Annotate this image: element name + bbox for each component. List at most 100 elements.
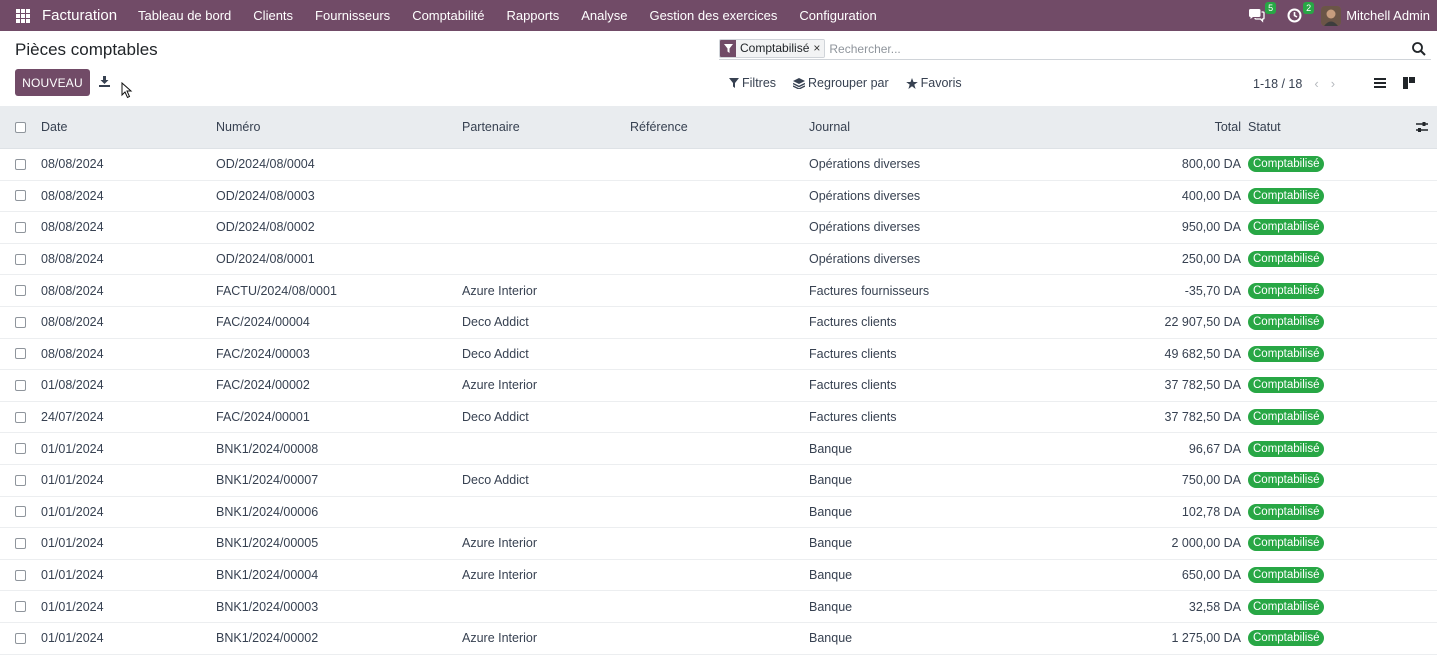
- cell-total: 96,67 DA: [1188, 441, 1241, 456]
- systray: 5 2 Mitchell Admin: [1245, 1, 1430, 26]
- download-icon[interactable]: [98, 75, 111, 88]
- apps-grid-icon[interactable]: [16, 8, 30, 23]
- table-row[interactable]: 01/01/2024 BNK1/2024/00005 Azure Interior B…: [0, 528, 1437, 560]
- cell-status: Comptabilisé: [1248, 472, 1325, 489]
- select-all-checkbox[interactable]: [15, 121, 26, 133]
- cell-total: 800,00 DA: [1181, 157, 1241, 172]
- table-row[interactable]: 01/01/2024 BNK1/2024/00006 Banque 102,78 DA…: [0, 497, 1437, 529]
- row-checkbox[interactable]: [15, 474, 26, 486]
- column-header-journal[interactable]: Journal: [809, 120, 850, 134]
- row-checkbox[interactable]: [15, 632, 26, 644]
- mouse-cursor-icon: [121, 82, 133, 99]
- menu-item-customers[interactable]: Clients: [242, 0, 304, 31]
- cell-journal: Banque: [809, 473, 853, 488]
- table-row[interactable]: 01/01/2024 BNK1/2024/00003 Banque 32,58 DA C…: [0, 591, 1437, 623]
- table-row[interactable]: 08/08/2024 FACTU/2024/08/0001 Azure Interi…: [0, 275, 1437, 307]
- status-badge: Comptabilisé: [1248, 598, 1325, 615]
- table-row[interactable]: 24/07/2024 FAC/2024/00001 Deco Addict Factu…: [0, 402, 1437, 434]
- table-row[interactable]: 01/01/2024 BNK1/2024/00008 Banque 96,67 DA C…: [0, 433, 1437, 465]
- menu-item-accounting[interactable]: Comptabilité: [401, 0, 495, 31]
- cell-journal: Banque: [809, 441, 853, 456]
- table-row[interactable]: 08/08/2024 OD/2024/08/0001 Opérations dive…: [0, 244, 1437, 276]
- cell-journal: Banque: [809, 631, 853, 646]
- avatar[interactable]: [1321, 5, 1342, 26]
- row-checkbox[interactable]: [15, 221, 26, 233]
- menu-item-analysis[interactable]: Analyse: [570, 0, 638, 31]
- menu-item-reporting[interactable]: Rapports: [495, 0, 570, 31]
- app-brand[interactable]: Facturation: [42, 7, 117, 24]
- status-badge: Comptabilisé: [1248, 503, 1325, 520]
- column-header-total[interactable]: Total: [1215, 120, 1241, 134]
- kanban-view-icon[interactable]: [1402, 76, 1416, 90]
- new-button[interactable]: NOUVEAU: [15, 69, 90, 96]
- cell-total: -35,70 DA: [1184, 283, 1241, 298]
- table-row[interactable]: 08/08/2024 FAC/2024/00004 Deco Addict Factu…: [0, 307, 1437, 339]
- cell-date: 01/01/2024: [41, 631, 104, 646]
- table-row[interactable]: 08/08/2024 OD/2024/08/0003 Opérations dive…: [0, 181, 1437, 213]
- column-header-date[interactable]: Date: [41, 120, 67, 134]
- filters-button[interactable]: Filtres: [729, 76, 776, 90]
- cell-date: 01/01/2024: [41, 441, 104, 456]
- row-checkbox[interactable]: [15, 411, 26, 423]
- row-checkbox[interactable]: [15, 537, 26, 549]
- view-switcher: [1373, 76, 1431, 90]
- column-header-status[interactable]: Statut: [1248, 120, 1281, 134]
- cell-status: Comptabilisé: [1248, 282, 1325, 299]
- row-checkbox[interactable]: [15, 443, 26, 455]
- activities-button[interactable]: 2: [1283, 1, 1315, 26]
- row-checkbox[interactable]: [15, 158, 26, 170]
- table-body: 08/08/2024 OD/2024/08/0004 Opérations dive…: [0, 149, 1437, 655]
- row-checkbox[interactable]: [15, 316, 26, 328]
- sliders-icon[interactable]: [1415, 120, 1429, 134]
- group-by-button[interactable]: Regrouper par: [793, 76, 889, 90]
- column-header-number[interactable]: Numéro: [216, 120, 260, 134]
- cell-total: 22 907,50 DA: [1164, 315, 1241, 330]
- row-checkbox[interactable]: [15, 348, 26, 360]
- facet-remove-icon[interactable]: ×: [813, 40, 825, 57]
- pager-value[interactable]: 1-18 / 18: [1253, 77, 1302, 91]
- table-row[interactable]: 08/08/2024 OD/2024/08/0002 Opérations dive…: [0, 212, 1437, 244]
- row-checkbox[interactable]: [15, 506, 26, 518]
- cell-number: BNK1/2024/00004: [216, 568, 319, 583]
- search-input[interactable]: [829, 41, 1411, 56]
- cell-number: FAC/2024/00004: [216, 315, 310, 330]
- menu-item-fiscal-years[interactable]: Gestion des exercices: [638, 0, 788, 31]
- row-checkbox[interactable]: [15, 569, 26, 581]
- cell-number: BNK1/2024/00007: [216, 473, 319, 488]
- search-icon[interactable]: [1411, 41, 1427, 57]
- cell-journal: Factures clients: [809, 410, 897, 425]
- cell-total: 49 682,50 DA: [1164, 346, 1241, 361]
- favorites-label: Favoris: [920, 76, 962, 90]
- cell-number: OD/2024/08/0001: [216, 252, 315, 267]
- cell-date: 08/08/2024: [41, 157, 104, 172]
- menu-item-vendors[interactable]: Fournisseurs: [304, 0, 401, 31]
- row-checkbox[interactable]: [15, 285, 26, 297]
- filter-icon: [729, 78, 739, 88]
- row-checkbox[interactable]: [15, 253, 26, 265]
- user-name[interactable]: Mitchell Admin: [1346, 8, 1430, 23]
- cell-partner: Azure Interior: [462, 631, 538, 646]
- column-header-reference[interactable]: Référence: [630, 120, 688, 134]
- messages-button[interactable]: 5: [1245, 1, 1277, 26]
- status-badge: Comptabilisé: [1248, 440, 1325, 457]
- row-checkbox[interactable]: [15, 379, 26, 391]
- menu-item-configuration[interactable]: Configuration: [788, 0, 887, 31]
- menu-item-dashboard[interactable]: Tableau de bord: [127, 0, 242, 31]
- cell-status: Comptabilisé: [1248, 156, 1325, 173]
- column-header-partner[interactable]: Partenaire: [462, 120, 520, 134]
- row-checkbox[interactable]: [15, 601, 26, 613]
- table-row[interactable]: 08/08/2024 FAC/2024/00003 Deco Addict Factu…: [0, 339, 1437, 371]
- row-checkbox[interactable]: [15, 190, 26, 202]
- table-row[interactable]: 01/01/2024 BNK1/2024/00007 Deco Addict Banq…: [0, 465, 1437, 497]
- cell-journal: Factures clients: [809, 315, 897, 330]
- cell-number: BNK1/2024/00008: [216, 441, 319, 456]
- pager-previous-icon[interactable]: ‹: [1314, 76, 1318, 91]
- table-row[interactable]: 01/01/2024 BNK1/2024/00004 Azure Interior B…: [0, 560, 1437, 592]
- list-view-icon[interactable]: [1373, 76, 1387, 90]
- table-row[interactable]: 08/08/2024 OD/2024/08/0004 Opérations dive…: [0, 149, 1437, 181]
- table-row[interactable]: 01/08/2024 FAC/2024/00002 Azure Interior Fa…: [0, 370, 1437, 402]
- table-row[interactable]: 01/01/2024 BNK1/2024/00002 Azure Interior B…: [0, 623, 1437, 655]
- cell-total: 102,78 DA: [1181, 504, 1241, 519]
- pager-next-icon[interactable]: ›: [1331, 76, 1335, 91]
- favorites-button[interactable]: Favoris: [905, 76, 962, 90]
